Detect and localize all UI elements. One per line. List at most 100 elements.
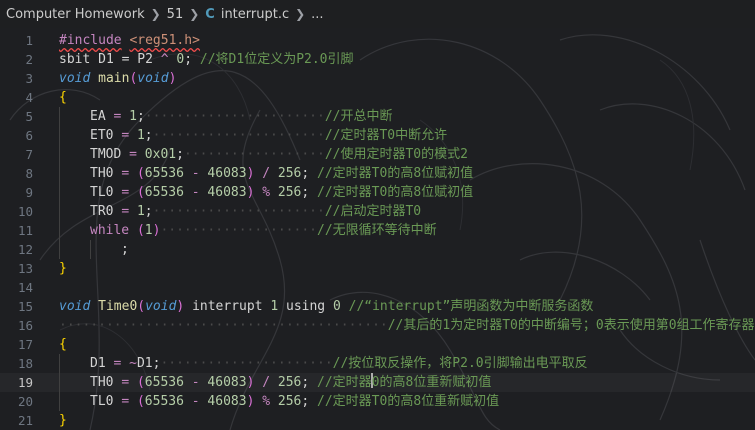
code-token: 46083 <box>207 375 247 390</box>
code-line[interactable]: 16 ······································… <box>0 316 755 335</box>
code-text: TL0 = (65536 - 46083) % 256; //定时器T0的高8位… <box>90 183 473 202</box>
code-text: void Time0(void) interrupt 1 using 0 //“… <box>59 297 593 316</box>
code-token: void <box>145 299 177 314</box>
code-token: TR0 <box>90 204 122 219</box>
code-line[interactable]: 11 while (1)····················//无限循环等待中… <box>0 221 755 240</box>
indent-guide <box>59 221 60 240</box>
code-editor[interactable]: 1 #include <reg51.h> 2 sbit D1 = P2 ^ 0; //… <box>0 28 755 430</box>
code-token: TH0 <box>90 166 122 181</box>
code-token: ( <box>136 185 145 200</box>
line-number: 17 <box>17 337 33 352</box>
code-line[interactable]: 5 EA = 1;·······················//开总中断 <box>0 107 755 126</box>
code-text: ET0 = 1;······················//定时器T0中断允… <box>90 126 447 145</box>
code-token: while <box>90 223 130 238</box>
line-number: 19 <box>17 375 33 390</box>
code-token: TMOD <box>90 147 130 162</box>
code-token: = <box>121 166 130 181</box>
code-token: = <box>121 185 130 200</box>
code-line[interactable]: 19 TH0 = (65536 - 46083) / 256; //定时器0的高8… <box>0 373 755 392</box>
code-line[interactable]: 14 <box>0 278 755 297</box>
line-number: 8 <box>25 166 33 181</box>
code-line[interactable]: 21} <box>0 411 755 430</box>
code-line[interactable]: 12; <box>0 240 755 259</box>
code-line[interactable]: 8 TH0 = (65536 - 46083) / 256; //定时器T0的高8… <box>0 164 755 183</box>
line-number: 14 <box>17 280 33 295</box>
line-number: 18 <box>17 356 33 371</box>
code-token: } <box>59 413 67 428</box>
code-token: ET0 <box>90 128 122 143</box>
code-line[interactable]: 1 #include <reg51.h> <box>0 31 755 50</box>
code-token: interrupt <box>184 299 271 314</box>
line-number: 7 <box>25 147 33 162</box>
code-line[interactable]: 20 TL0 = (65536 - 46083) % 256; //定时器T0的高… <box>0 392 755 411</box>
line-number: 5 <box>25 109 33 124</box>
code-text: while (1)····················//无限循环等待中断 <box>90 221 437 240</box>
breadcrumb-subfolder[interactable]: 51 <box>167 7 184 22</box>
code-token: { <box>59 337 67 352</box>
code-token: { <box>59 90 67 105</box>
code-line[interactable]: 15 void Time0(void) interrupt 1 using 0 /… <box>0 297 755 316</box>
code-line[interactable]: 18 D1 = ~D1;······················//按位取反操… <box>0 354 755 373</box>
code-token: ······················ <box>152 204 325 219</box>
code-token: main <box>98 71 130 86</box>
code-token: ^ <box>160 52 169 67</box>
line-number: 12 <box>17 242 33 257</box>
code-line[interactable]: 13} <box>0 259 755 278</box>
code-text: { <box>59 88 67 107</box>
code-token: = <box>121 128 130 143</box>
code-token: 256 <box>277 185 302 200</box>
code-token: //“interrupt”声明函数为中断服务函数 <box>348 299 594 314</box>
code-token: - <box>191 375 200 390</box>
code-token: //定时器T0中断允许 <box>324 128 448 143</box>
code-line[interactable]: 4{ <box>0 88 755 107</box>
breadcrumb-symbol[interactable]: ... <box>311 7 323 22</box>
code-text: ········································… <box>59 316 755 335</box>
indent-guide <box>59 164 60 183</box>
code-line[interactable]: 2 sbit D1 = P2 ^ 0; //将D1位定义为P2.0引脚 <box>0 50 755 69</box>
code-token: % <box>262 185 271 200</box>
code-line[interactable]: 7 TMOD = 0x01;··················//使用定时器T0… <box>0 145 755 164</box>
code-line[interactable]: 17 { <box>0 335 755 354</box>
code-token: //无限循环等待中断 <box>317 223 437 238</box>
code-token: ( <box>137 299 146 314</box>
code-token: ······················· <box>144 109 325 124</box>
code-token: <reg51.h> <box>129 33 200 48</box>
line-number: 11 <box>17 223 33 238</box>
breadcrumb-file[interactable]: interrupt.c <box>221 7 289 22</box>
code-token: ( <box>136 394 145 409</box>
code-token: D1; <box>136 356 161 371</box>
code-token: sbit D1 = P2 <box>59 52 161 67</box>
code-token: 1 <box>270 299 279 314</box>
line-number: 3 <box>25 71 33 86</box>
code-line[interactable]: 6 ET0 = 1;······················//定时器T0中断… <box>0 126 755 145</box>
code-text: void main(void) <box>59 69 176 88</box>
code-token: void <box>59 71 91 86</box>
code-line[interactable]: 3 void main(void) <box>0 69 755 88</box>
line-number: 4 <box>25 90 33 105</box>
code-token: 1 <box>136 204 145 219</box>
line-number: 15 <box>17 299 33 314</box>
c-file-icon: C <box>205 6 215 22</box>
code-token: - <box>191 394 200 409</box>
code-token: / <box>262 166 271 181</box>
line-number: 21 <box>17 413 33 428</box>
code-token: = <box>121 394 130 409</box>
line-number: 6 <box>25 128 33 143</box>
code-token: //开总中断 <box>324 109 393 124</box>
code-line[interactable]: 10 TR0 = 1;······················//启动定时器T… <box>0 202 755 221</box>
code-token: Time0 <box>98 299 138 314</box>
code-text: ; <box>121 240 129 259</box>
code-token: 256 <box>277 375 302 390</box>
code-token: //定时器T0的高8位赋初值 <box>317 166 474 181</box>
code-line[interactable]: 9 TL0 = (65536 - 46083) % 256; //定时器T0的高8… <box>0 183 755 202</box>
code-token: //启动定时器T0 <box>324 204 422 219</box>
code-token: ; <box>121 242 129 257</box>
code-text: TH0 = (65536 - 46083) / 256; //定时器0的高8位重… <box>90 373 491 392</box>
breadcrumb-folder[interactable]: Computer Homework <box>6 7 145 22</box>
